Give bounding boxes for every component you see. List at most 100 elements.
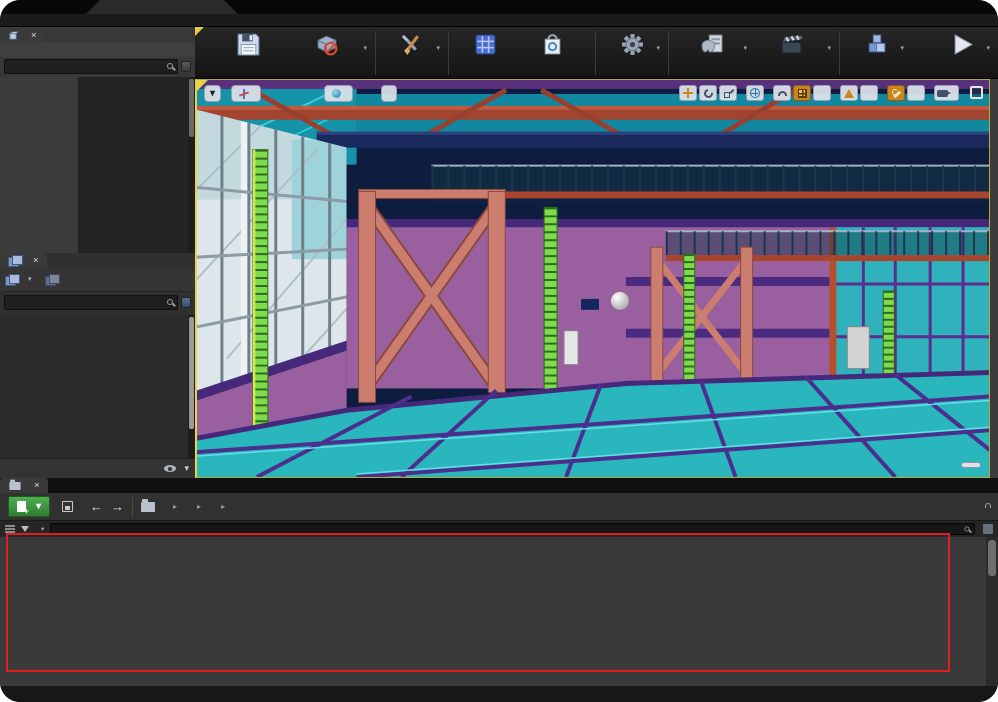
- levels-grip-icon[interactable]: [181, 297, 191, 308]
- filter-funnel-icon[interactable]: [21, 526, 29, 532]
- place-actors-panel: ×: [0, 27, 195, 253]
- toolbar-separator: [668, 31, 669, 75]
- scrollbar-thumb[interactable]: [189, 317, 194, 429]
- walkway-upper: [431, 166, 990, 204]
- view-options-button[interactable]: ▾: [164, 463, 189, 474]
- add-file-icon: [17, 501, 26, 512]
- chevron-down-icon[interactable]: ▾: [363, 44, 367, 52]
- search-assets-input[interactable]: [56, 524, 960, 534]
- level-viewport[interactable]: ▾: [195, 79, 990, 478]
- save-all-button[interactable]: [58, 496, 82, 517]
- build-button[interactable]: ▾: [846, 30, 906, 63]
- perspective-button[interactable]: [231, 85, 261, 102]
- search-levels-box[interactable]: [4, 295, 178, 310]
- source-control-icon: [315, 32, 340, 62]
- camera-speed-button[interactable]: [934, 85, 959, 101]
- place-actors-tab[interactable]: ×: [0, 27, 45, 43]
- search-classes-input[interactable]: [10, 62, 161, 72]
- save-current-button[interactable]: [211, 30, 285, 63]
- marketplace-button[interactable]: [515, 30, 589, 63]
- scrollbar-thumb[interactable]: [988, 540, 996, 576]
- translate-tool-button[interactable]: [679, 85, 697, 101]
- levels-scrollbar[interactable]: [188, 315, 195, 458]
- cinematics-button[interactable]: ▾: [749, 30, 833, 63]
- settings-button[interactable]: ▾: [602, 30, 662, 63]
- scale-snap-value[interactable]: [907, 85, 925, 101]
- rotation-snap-button[interactable]: [840, 85, 858, 101]
- window-title-tab[interactable]: [86, 0, 238, 14]
- levels-tool-icon[interactable]: [45, 274, 58, 285]
- grid-snap-value[interactable]: [813, 85, 831, 101]
- floppy-icon: [236, 32, 261, 62]
- modes-button[interactable]: ▾: [382, 30, 442, 63]
- chevron-down-icon[interactable]: ▾: [41, 525, 44, 533]
- search-classes-box[interactable]: [4, 59, 178, 74]
- blueprints-icon: [700, 32, 725, 62]
- content-browser-tab[interactable]: ×: [0, 478, 48, 493]
- viewport-options-button[interactable]: ▾: [204, 85, 221, 102]
- viewport-snap-toolbar: [679, 85, 959, 101]
- scrollbar-thumb[interactable]: [189, 79, 194, 137]
- content-browser-toolbar: ▾ ← → ▸ ▸ ▸: [0, 493, 998, 521]
- close-icon[interactable]: ×: [31, 30, 37, 41]
- panel-grip-icon[interactable]: [181, 61, 191, 72]
- chevron-down-icon: ▾: [184, 463, 189, 474]
- close-icon[interactable]: ×: [34, 480, 40, 491]
- chevron-down-icon[interactable]: ▾: [986, 44, 990, 52]
- sources-panel-icon[interactable]: [5, 525, 15, 533]
- place-actors-scrollbar[interactable]: [188, 77, 195, 253]
- world-local-toggle[interactable]: [746, 85, 764, 101]
- surface-snap-button[interactable]: [773, 85, 791, 101]
- chevron-down-icon[interactable]: ▾: [827, 44, 831, 52]
- asset-grid: [0, 537, 986, 686]
- close-icon[interactable]: ×: [33, 255, 39, 266]
- search-icon: [964, 526, 969, 531]
- search-assets-box[interactable]: [50, 523, 975, 535]
- viewport-right-edge: [990, 79, 998, 478]
- lit-sphere-icon: [332, 89, 341, 98]
- scale-tool-button[interactable]: [719, 85, 737, 101]
- place-actors-items: [78, 77, 188, 253]
- forward-button[interactable]: →: [111, 500, 124, 513]
- play-icon: [950, 32, 975, 62]
- search-levels-input[interactable]: [10, 298, 161, 308]
- rotate-tool-button[interactable]: [699, 85, 717, 101]
- dark-box: [581, 299, 599, 310]
- camera-icon: [937, 90, 948, 97]
- scale-snap-button[interactable]: [887, 85, 905, 101]
- viewport-3d-scene[interactable]: [197, 80, 990, 477]
- modes-icon: [400, 32, 425, 62]
- back-button[interactable]: ←: [90, 500, 103, 513]
- wrench-icon: [892, 89, 901, 98]
- blueprints-button[interactable]: ▾: [675, 30, 749, 63]
- asset-grid-scrollbar[interactable]: [986, 537, 998, 686]
- chevron-down-icon[interactable]: ▾: [28, 275, 32, 283]
- toolbar-separator: [448, 31, 449, 75]
- open-folder-icon: [141, 502, 155, 512]
- levels-icon: [8, 255, 21, 266]
- levels-panel: × ▾: [0, 253, 195, 478]
- chevron-down-icon[interactable]: ▾: [900, 44, 904, 52]
- grid-snap-button[interactable]: [793, 85, 811, 101]
- content-grid-icon: [473, 32, 498, 62]
- chevron-down-icon[interactable]: ▾: [656, 44, 660, 52]
- maximize-viewport-button[interactable]: [970, 86, 983, 99]
- rotation-snap-value[interactable]: [860, 85, 878, 101]
- chevron-down-icon[interactable]: ▾: [743, 44, 747, 52]
- place-actors-categories: [0, 77, 78, 253]
- add-import-button[interactable]: ▾: [8, 496, 50, 517]
- content-button[interactable]: [455, 30, 515, 63]
- show-button[interactable]: [381, 85, 397, 102]
- breadcrumb-arrow-icon[interactable]: ▸: [221, 502, 225, 511]
- place-actors-search-row: [4, 59, 191, 74]
- chevron-down-icon[interactable]: ▾: [436, 44, 440, 52]
- axes-icon: [239, 89, 249, 99]
- play-button[interactable]: ▾: [932, 30, 992, 63]
- source-control-button[interactable]: ▾: [285, 30, 369, 63]
- levels-tab[interactable]: ×: [0, 253, 47, 267]
- current-level-badge[interactable]: [961, 462, 981, 468]
- surface-snap-icon: [778, 91, 787, 96]
- save-search-icon[interactable]: [983, 524, 993, 534]
- levels-header: ▾: [0, 267, 195, 292]
- lit-mode-button[interactable]: [324, 85, 353, 102]
